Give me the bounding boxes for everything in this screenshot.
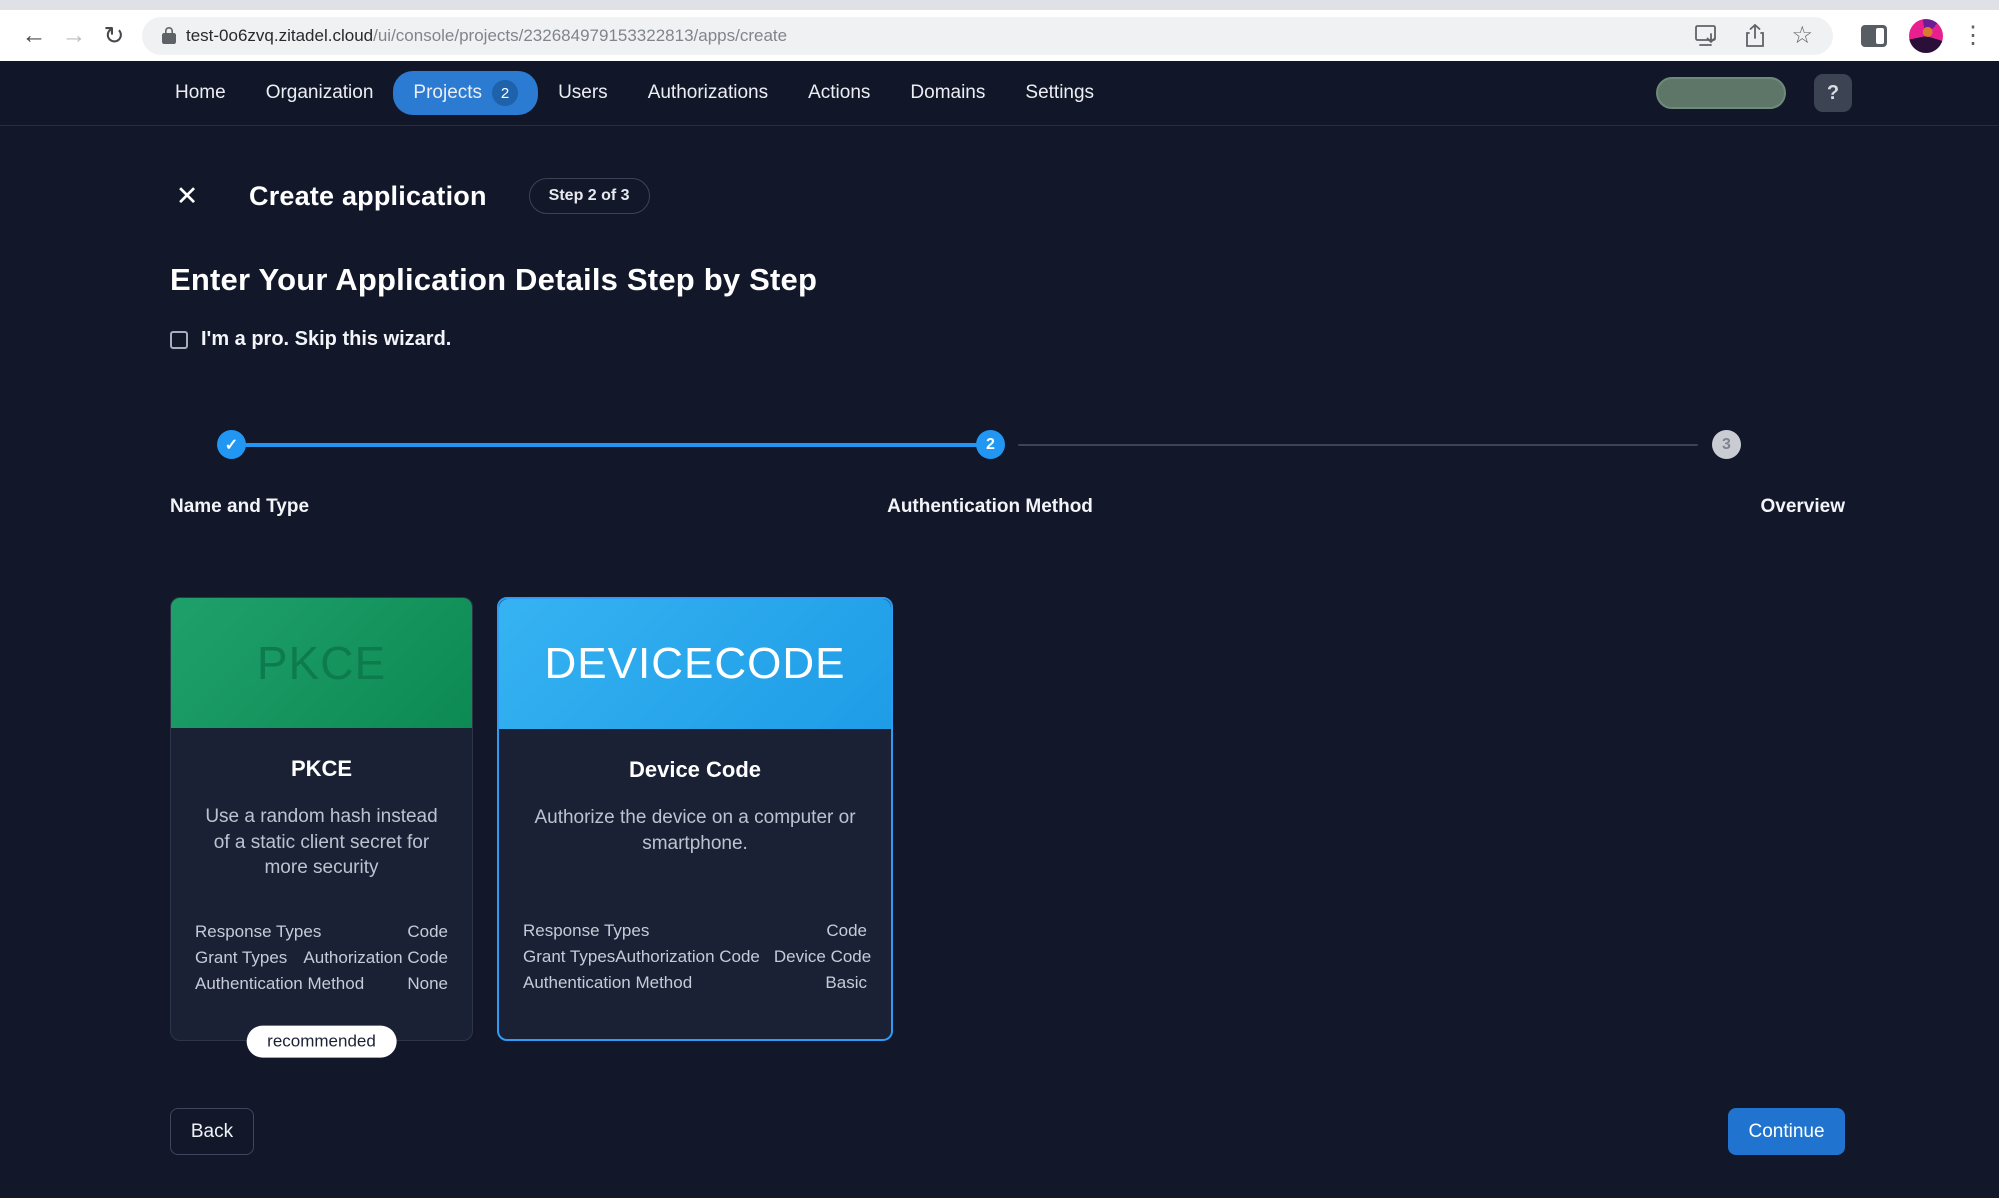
- recommended-badge: recommended: [246, 1026, 397, 1058]
- main-nav: Home Organization Projects 2 Users Autho…: [0, 61, 1999, 126]
- pkce-card-description: Use a random hash instead of a static cl…: [195, 804, 448, 881]
- detail-label: Grant Types: [523, 947, 615, 967]
- detail-row-authentication-method: Authentication Method Basic: [523, 973, 867, 993]
- skip-wizard-checkbox[interactable]: [170, 331, 188, 349]
- step-label-overview: Overview: [1761, 496, 1846, 518]
- nav-item-settings[interactable]: Settings: [1005, 73, 1114, 113]
- detail-label: Authentication Method: [195, 974, 364, 994]
- devicecode-card-description: Authorize the device on a computer or sm…: [523, 805, 867, 856]
- nav-item-domains[interactable]: Domains: [890, 73, 1005, 113]
- nav-item-projects[interactable]: Projects 2: [393, 71, 538, 115]
- devicecode-card-body: Device Code Authorize the device on a co…: [499, 729, 891, 1039]
- help-button[interactable]: ?: [1814, 74, 1852, 112]
- step-label-authentication-method: Authentication Method: [887, 496, 1093, 518]
- browser-toolbar: ← → ↻ test-0o6zvq.zitadel.cloud/ui/conso…: [0, 10, 1999, 61]
- nav-item-users[interactable]: Users: [538, 73, 628, 113]
- auth-method-card-devicecode[interactable]: DEVICECODE Device Code Authorize the dev…: [497, 597, 893, 1041]
- projects-count-badge: 2: [492, 80, 518, 106]
- window-top-strip: [0, 0, 1999, 10]
- detail-value: Code: [826, 921, 867, 941]
- back-button[interactable]: Back: [170, 1108, 254, 1155]
- step-circle-authentication-method: 2: [976, 430, 1005, 459]
- side-panel-icon[interactable]: [1861, 25, 1887, 47]
- continue-button[interactable]: Continue: [1728, 1108, 1845, 1155]
- lock-icon: [162, 27, 176, 44]
- skip-wizard-label: I'm a pro. Skip this wizard.: [201, 328, 451, 351]
- detail-value: Authorization Code: [303, 948, 448, 968]
- auth-method-card-pkce[interactable]: PKCE PKCE Use a random hash instead of a…: [170, 597, 473, 1041]
- detail-value: Basic: [825, 973, 867, 993]
- detail-label: Response Types: [523, 921, 649, 941]
- pkce-card-details: Response Types Code Grant Types Authoriz…: [195, 922, 448, 994]
- detail-value: Authorization Code: [615, 947, 760, 967]
- nav-item-projects-label: Projects: [413, 82, 482, 104]
- step-label-name-and-type: Name and Type: [170, 496, 309, 518]
- detail-row-response-types: Response Types Code: [523, 921, 867, 941]
- page-header: ✕ Create application Step 2 of 3: [170, 170, 1845, 222]
- wizard-heading: Enter Your Application Details Step by S…: [170, 262, 1845, 298]
- pkce-card-title: PKCE: [195, 756, 448, 782]
- wizard-actions: Back Continue: [170, 1108, 1845, 1155]
- step-circle-name-and-type: ✓: [217, 430, 246, 459]
- share-icon[interactable]: [1745, 24, 1765, 48]
- url-domain: test-0o6zvq.zitadel.cloud: [186, 26, 373, 45]
- browser-back-button[interactable]: ←: [14, 16, 54, 56]
- stepper-line-pending: [1018, 444, 1698, 446]
- close-icon[interactable]: ✕: [170, 179, 204, 213]
- step-progress-badge: Step 2 of 3: [529, 178, 650, 214]
- detail-label: Grant Types: [195, 948, 287, 968]
- wizard-stepper: ✓ 2 3 Name and Type Authentication Metho…: [170, 430, 1845, 534]
- detail-value: Code: [407, 922, 448, 942]
- detail-value: None: [407, 974, 448, 994]
- page-content: ✕ Create application Step 2 of 3 Enter Y…: [0, 170, 1999, 1155]
- detail-row-grant-types: Grant Types Authorization Code: [195, 948, 448, 968]
- pkce-card-body: PKCE Use a random hash instead of a stat…: [171, 728, 472, 1040]
- url-path: /ui/console/projects/232684979153322813/…: [373, 26, 787, 45]
- nav-item-home[interactable]: Home: [155, 73, 246, 113]
- detail-label: Authentication Method: [523, 973, 692, 993]
- pkce-banner: PKCE: [171, 598, 472, 728]
- page-title: Create application: [249, 181, 487, 212]
- devicecode-banner-text: DEVICECODE: [545, 639, 846, 689]
- browser-chrome: ← → ↻ test-0o6zvq.zitadel.cloud/ui/conso…: [0, 0, 1999, 61]
- devicecode-banner: DEVICECODE: [499, 599, 891, 729]
- nav-item-authorizations[interactable]: Authorizations: [628, 73, 788, 113]
- install-app-icon[interactable]: [1695, 25, 1719, 47]
- detail-label: Response Types: [195, 922, 321, 942]
- nav-item-actions[interactable]: Actions: [788, 73, 890, 113]
- auth-method-cards: PKCE PKCE Use a random hash instead of a…: [170, 597, 1845, 1041]
- skip-wizard-row: I'm a pro. Skip this wizard.: [170, 328, 1845, 351]
- devicecode-card-title: Device Code: [523, 757, 867, 783]
- detail-value: Device Code: [774, 947, 871, 967]
- devicecode-card-details: Response Types Code Grant Types Authoriz…: [523, 921, 867, 993]
- detail-row-response-types: Response Types Code: [195, 922, 448, 942]
- browser-forward-button[interactable]: →: [54, 16, 94, 56]
- detail-row-authentication-method: Authentication Method None: [195, 974, 448, 994]
- detail-row-grant-types: Grant Types Authorization CodeDevice Cod…: [523, 947, 867, 967]
- url-text: test-0o6zvq.zitadel.cloud/ui/console/pro…: [186, 26, 787, 46]
- org-loading-skeleton: [1656, 77, 1786, 109]
- profile-avatar[interactable]: [1909, 19, 1943, 53]
- nav-item-organization[interactable]: Organization: [246, 73, 394, 113]
- step-circle-overview: 3: [1712, 430, 1741, 459]
- browser-menu-icon[interactable]: ⋮: [1961, 21, 1985, 50]
- stepper-line-complete: [232, 443, 990, 447]
- pkce-banner-text: PKCE: [257, 636, 386, 690]
- browser-reload-button[interactable]: ↻: [94, 16, 134, 56]
- bookmark-star-icon[interactable]: ☆: [1791, 24, 1813, 48]
- url-bar[interactable]: test-0o6zvq.zitadel.cloud/ui/console/pro…: [142, 17, 1833, 55]
